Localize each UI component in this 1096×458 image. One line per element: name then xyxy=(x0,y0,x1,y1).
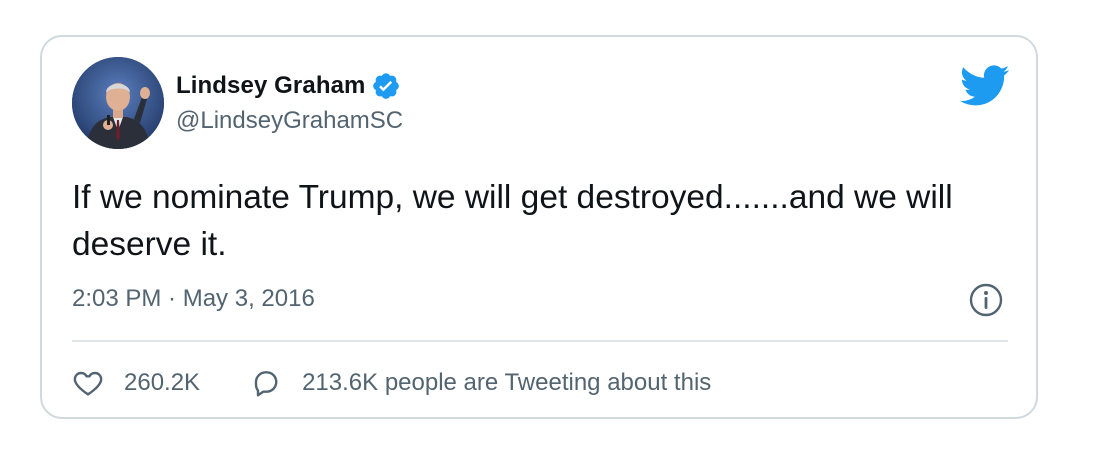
info-icon[interactable] xyxy=(968,282,1004,318)
like-button[interactable]: 260.2K xyxy=(72,367,200,399)
tweet-text: If we nominate Trump, we will get destro… xyxy=(72,179,953,263)
tweet-actions: 260.2K 213.6K people are Tweeting about … xyxy=(72,363,711,403)
like-count: 260.2K xyxy=(124,369,201,396)
divider xyxy=(72,340,1008,342)
reply-button[interactable]: 213.6K people are Tweeting about this xyxy=(250,367,711,399)
author-display-name[interactable]: Lindsey Graham xyxy=(176,72,365,100)
reply-count-text: 213.6K people are Tweeting about this xyxy=(302,369,712,396)
verified-badge-icon xyxy=(371,71,401,101)
tweet-timestamp[interactable]: 2:03 PM · May 3, 2016 xyxy=(72,285,315,313)
avatar[interactable] xyxy=(72,57,164,149)
author-handle[interactable]: @LindseyGrahamSC xyxy=(176,107,403,135)
author-name-row: Lindsey Graham xyxy=(176,71,401,101)
tweet-card[interactable]: Lindsey Graham @LindseyGrahamSC If we no… xyxy=(40,35,1038,419)
heart-icon xyxy=(72,367,104,399)
speech-bubble-icon xyxy=(250,367,282,399)
twitter-bird-icon[interactable] xyxy=(959,65,1010,107)
